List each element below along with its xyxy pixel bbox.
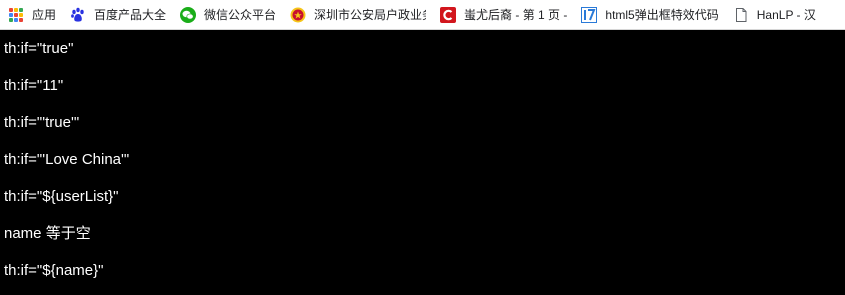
bookmark-chiyou-blog[interactable]: 蚩尤后裔 - 第 1 页 - xyxy=(440,3,567,27)
bookmark-shenzhen-police[interactable]: 深圳市公安局户政业务 xyxy=(290,3,426,27)
bookmark-label: 百度产品大全 xyxy=(94,8,167,22)
output-line: th:if="true" xyxy=(4,40,74,57)
document-icon xyxy=(733,7,749,23)
bookmark-label: HanLP - 汉 xyxy=(756,8,816,22)
output-line: th:if="${userList}" xyxy=(4,188,119,205)
bookmarks-bar: 应用 百度产品大全 微信公众平台 深圳市公安局户政业务 蚩尤后裔 - 第 1 页… xyxy=(0,0,845,30)
cnblogs-c-icon xyxy=(440,6,457,23)
bookmark-hanlp[interactable]: HanLP - 汉 xyxy=(733,3,816,27)
baidu-paw-icon xyxy=(70,7,86,23)
bookmark-label: html5弹出框特效代码 xyxy=(605,8,719,22)
bookmark-wechat-platform[interactable]: 微信公众平台 xyxy=(180,3,276,27)
output-line: th:if="${name}" xyxy=(4,262,104,279)
bookmark-apps[interactable]: 应用 xyxy=(8,3,56,27)
wechat-icon xyxy=(180,6,197,23)
police-badge-icon xyxy=(290,7,306,23)
output-line: th:if="11" xyxy=(4,77,64,94)
bookmark-label: 微信公众平台 xyxy=(204,8,277,22)
site-17-icon xyxy=(581,6,598,23)
page-output: th:if="true" th:if="11" th:if="'true'" t… xyxy=(0,30,845,289)
output-line: name 等于空 xyxy=(4,225,91,242)
output-line: th:if="'true'" xyxy=(4,114,80,131)
bookmark-html5-popup[interactable]: html5弹出框特效代码 xyxy=(581,3,719,27)
bookmark-baidu-products[interactable]: 百度产品大全 xyxy=(70,3,166,27)
output-line: th:if="'Love China'" xyxy=(4,151,130,168)
bookmark-label: 应用 xyxy=(32,8,57,22)
apps-grid-icon xyxy=(8,7,24,23)
bookmark-label: 深圳市公安局户政业务 xyxy=(314,8,427,22)
bookmark-label: 蚩尤后裔 - 第 1 页 - xyxy=(464,8,568,22)
